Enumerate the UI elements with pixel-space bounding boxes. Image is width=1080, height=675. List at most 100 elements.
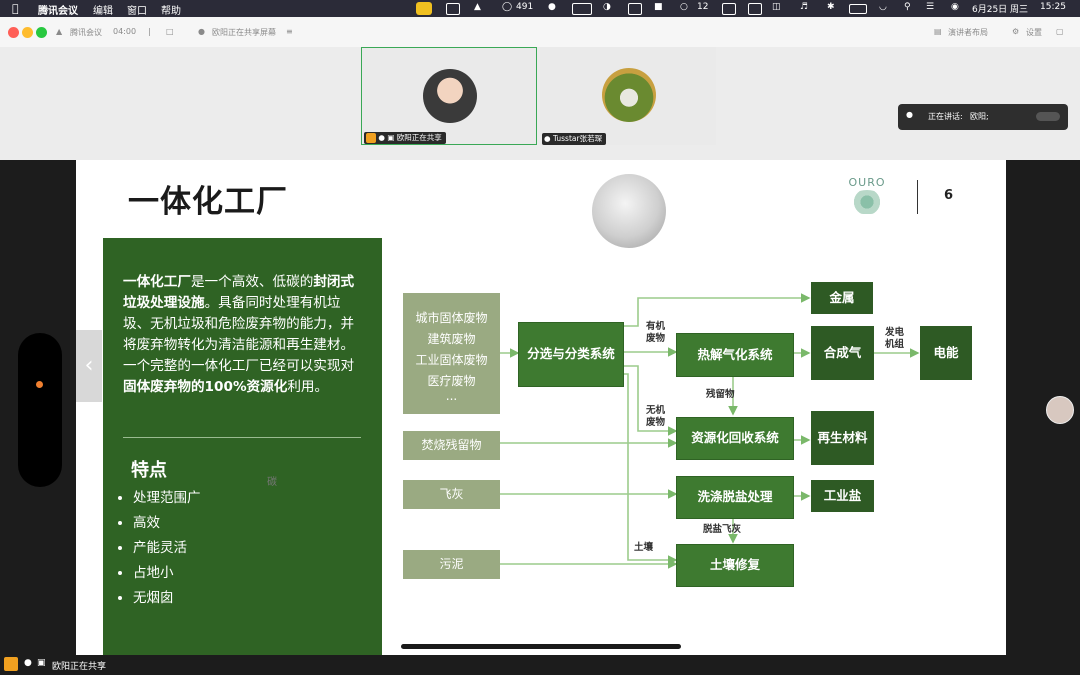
electricity-box: 电能 bbox=[920, 326, 972, 380]
menu-help[interactable]: 帮助 bbox=[161, 2, 181, 17]
status-icon-1[interactable]: ● bbox=[548, 2, 556, 12]
status-icon-5[interactable]: ■ bbox=[654, 2, 663, 12]
participant-tile-1[interactable]: ● ▣ 欧阳正在共享 bbox=[361, 47, 537, 145]
notifications-count: 491 bbox=[516, 2, 534, 12]
control-center-icon[interactable]: ☰ bbox=[926, 2, 934, 12]
bluetooth-icon[interactable]: ✱ bbox=[827, 2, 835, 12]
recording-dot-icon bbox=[36, 381, 43, 388]
speaker-audio-meter bbox=[1036, 112, 1060, 121]
settings-icon[interactable]: ⚙ bbox=[1012, 27, 1019, 36]
fly-ash-box: 飞灰 bbox=[403, 480, 500, 509]
window-title-bar: ▲ 腾讯会议 04:00 | □ ● 欧阳正在共享屏幕 ≡ ▤ 演讲者布局 ⚙ … bbox=[0, 17, 1080, 48]
bottom-share-bar: ● ▣ 欧阳正在共享 bbox=[0, 655, 1080, 675]
share-menu-icon[interactable]: ≡ bbox=[286, 27, 293, 36]
incineration-residue-box: 焚烧残留物 bbox=[403, 431, 500, 460]
status-icon-2[interactable] bbox=[572, 3, 592, 15]
speaking-name: 欧阳; bbox=[970, 112, 989, 121]
mic-icon: ● bbox=[24, 658, 32, 668]
app-status-icon[interactable] bbox=[446, 3, 460, 15]
divider-icon: | bbox=[148, 27, 151, 36]
input-wastes-box: 城市固体废物 建筑废物 工业固体废物 医疗废物 ... bbox=[403, 293, 500, 414]
bottom-share-status: 欧阳正在共享 bbox=[52, 662, 107, 672]
participant-name-bar: ● Tusstar张若琛 bbox=[542, 133, 607, 145]
mic-icon: ● bbox=[544, 134, 551, 143]
status-icon-3[interactable]: ◑ bbox=[603, 2, 611, 12]
participant-name: Tusstar张若琛 bbox=[552, 134, 603, 143]
washing-desalting-box: 洗涤脱盐处理 bbox=[676, 476, 794, 519]
shared-slide: ‹ 一体化工厂 OURO 6 一体化工厂是一个高效、低碳的封闭式垃圾处理设施。具… bbox=[76, 160, 1006, 655]
pyrolysis-system-box: 热解气化系统 bbox=[676, 333, 794, 377]
layout-button[interactable]: 演讲者布局 bbox=[948, 27, 988, 38]
fullscreen-icon[interactable]: ▢ bbox=[1056, 27, 1064, 36]
side-toolbar-handle[interactable] bbox=[18, 333, 62, 487]
label-organic: 有机 废物 bbox=[646, 321, 666, 344]
avatar bbox=[602, 68, 656, 122]
participant-name-bar: ● ▣ 欧阳正在共享 bbox=[364, 132, 446, 144]
status-icon-4[interactable] bbox=[628, 3, 642, 15]
popout-icon[interactable]: □ bbox=[166, 27, 174, 36]
menu-edit[interactable]: 编辑 bbox=[93, 2, 113, 17]
participant-name: 欧阳正在共享 bbox=[396, 133, 442, 142]
wechat-icon[interactable]: ○ bbox=[680, 2, 688, 12]
battery-icon[interactable] bbox=[849, 4, 867, 14]
recycled-material-box: 再生材料 bbox=[811, 411, 874, 465]
speaking-indicator: ● 正在讲话: 欧阳; bbox=[898, 104, 1068, 130]
screen-mirror-icon[interactable] bbox=[722, 3, 736, 15]
menu-app-name[interactable]: 腾讯会议 bbox=[38, 2, 78, 17]
share-icon: ▣ bbox=[37, 658, 46, 668]
input-waste-label: 城市固体废物 bbox=[415, 310, 488, 325]
user-avatar-float[interactable] bbox=[1046, 396, 1074, 424]
window-brand: 腾讯会议 bbox=[70, 28, 102, 37]
input-waste-label: 工业固体废物 bbox=[415, 352, 488, 367]
slide-scrollbar[interactable] bbox=[401, 644, 681, 649]
label-generator: 发电 机组 bbox=[885, 327, 905, 350]
label-desalted-ash: 脱盐飞灰 bbox=[703, 524, 742, 535]
window-icon[interactable] bbox=[748, 3, 762, 15]
settings-button[interactable]: 设置 bbox=[1026, 27, 1042, 38]
label-soil: 土壤 bbox=[634, 542, 654, 553]
input-waste-label: ... bbox=[445, 388, 458, 403]
meeting-logo-icon: ▲ bbox=[56, 27, 63, 36]
menu-window[interactable]: 窗口 bbox=[127, 2, 147, 17]
syngas-box: 合成气 bbox=[811, 326, 874, 380]
share-status: 欧阳正在共享屏幕 bbox=[212, 28, 276, 37]
wechat-count: 12 bbox=[697, 2, 709, 12]
volume-icon[interactable]: ♬ bbox=[800, 2, 808, 12]
participant-strip: ● ▣ 欧阳正在共享 ● Tusstar张若琛 bbox=[0, 47, 1080, 158]
input-waste-label: 建筑废物 bbox=[427, 331, 476, 346]
sorting-system-box: 分选与分类系统 bbox=[518, 322, 624, 387]
share-icon: ▣ bbox=[387, 133, 395, 142]
siri-icon[interactable]: ◉ bbox=[951, 2, 959, 12]
label-residue: 残留物 bbox=[706, 389, 735, 400]
soil-remediation-box: 土壤修复 bbox=[676, 544, 794, 587]
host-icon bbox=[4, 657, 18, 671]
metal-box: 金属 bbox=[811, 282, 873, 314]
menubar-date[interactable]: 6月25日 周三 bbox=[972, 2, 1028, 15]
meeting-timer: 04:00 bbox=[113, 27, 137, 36]
minimize-button[interactable] bbox=[22, 27, 33, 38]
menu-bar:  腾讯会议 编辑 窗口 帮助 ▲ ◯ 491 ● ◑ ■ ○ 12 ◫ ♬ ✱… bbox=[0, 0, 1080, 17]
participant-tile-2[interactable]: ● Tusstar张若琛 bbox=[540, 47, 716, 145]
arrow bbox=[623, 373, 678, 565]
share-user-icon: ● bbox=[198, 27, 205, 36]
label-inorganic: 无机 废物 bbox=[646, 405, 666, 428]
microphone-icon[interactable] bbox=[416, 2, 432, 15]
zoom-button[interactable] bbox=[36, 27, 47, 38]
wifi-icon[interactable]: ◡ bbox=[879, 2, 887, 12]
avatar bbox=[423, 69, 477, 123]
notifications-icon[interactable]: ◯ bbox=[502, 2, 512, 12]
layout-icon[interactable]: ▤ bbox=[934, 27, 942, 36]
search-icon[interactable]: ⚲ bbox=[904, 2, 911, 12]
industrial-salt-box: 工业盐 bbox=[811, 480, 874, 512]
speaking-label: 正在讲话: bbox=[928, 112, 963, 121]
flow-connectors bbox=[500, 293, 920, 569]
close-button[interactable] bbox=[8, 27, 19, 38]
display-icon[interactable]: ◫ bbox=[772, 2, 781, 12]
host-icon bbox=[366, 133, 376, 143]
sludge-box: 污泥 bbox=[403, 550, 500, 579]
recovery-system-box: 资源化回收系统 bbox=[676, 417, 794, 460]
apple-icon[interactable]:  bbox=[12, 2, 19, 15]
vpn-icon[interactable]: ▲ bbox=[474, 2, 481, 12]
mic-icon: ● bbox=[378, 133, 385, 142]
menubar-time[interactable]: 15:25 bbox=[1040, 2, 1066, 12]
